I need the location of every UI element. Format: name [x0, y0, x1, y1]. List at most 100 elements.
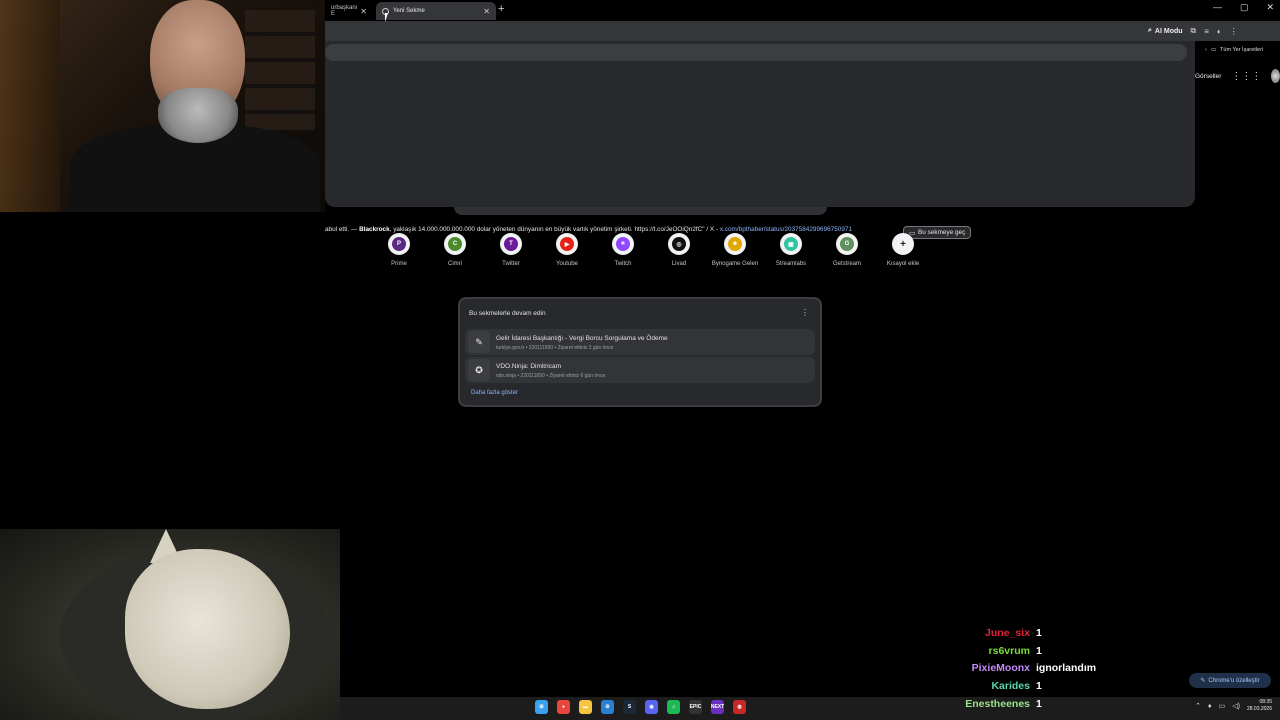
- chevron-right-icon[interactable]: ›: [1205, 47, 1207, 53]
- toolbar-actions: ⌕ AI Modu ⧉ ≡ ◐ ⋮: [1140, 21, 1280, 41]
- shortcut-glyph: T: [504, 237, 518, 251]
- shortcut-label: Prime: [391, 261, 407, 267]
- avatar[interactable]: [1271, 69, 1280, 83]
- suggestion-bold: Blackrock: [359, 226, 390, 233]
- resume-item-title: VDO.Ninja: Dimitricam: [496, 363, 562, 370]
- chevron-up-icon[interactable]: ⌃: [1195, 702, 1201, 710]
- shortcut-icon: P: [388, 233, 410, 255]
- shortcut-label: Twitter: [502, 261, 520, 267]
- spotify-icon[interactable]: ♫: [667, 700, 680, 714]
- webcam-overlay-cat: [0, 529, 340, 720]
- omnibox-suggestion[interactable]: abul etti. — Blackrock, yaklaşık 14.000.…: [325, 226, 1195, 233]
- shortcut-icon: ▶: [556, 233, 578, 255]
- address-toolbar: [325, 21, 1195, 41]
- site-favicon-icon: ✎: [468, 331, 490, 353]
- steam-icon[interactable]: S: [623, 700, 636, 714]
- shortcut-icon: C: [444, 233, 466, 255]
- app-red-icon[interactable]: ◍: [733, 700, 746, 714]
- shortcut-tile[interactable]: C Cimri: [427, 233, 483, 267]
- shortcut-glyph: ▶: [560, 237, 574, 251]
- chat-username: Enestheenes: [965, 697, 1030, 710]
- media-icon[interactable]: ≡: [1204, 27, 1209, 36]
- clock-time: 08:35: [1259, 699, 1272, 705]
- show-more-link[interactable]: Daha fazla göster: [471, 390, 518, 396]
- suggestion-text: , yaklaşık 14.000.000.000.000 dolar yöne…: [389, 226, 720, 233]
- tab-active[interactable]: Yeni Sekme ✕: [376, 2, 496, 20]
- window-controls: — ▢ ✕: [1213, 2, 1274, 13]
- folder-icon: ▭: [1210, 46, 1217, 53]
- next-icon[interactable]: NEXT: [711, 700, 724, 714]
- chat-text: 1: [1036, 680, 1042, 693]
- clock[interactable]: 08:35 28.03.2026: [1247, 699, 1272, 713]
- close-icon[interactable]: ✕: [360, 7, 367, 16]
- shortcut-label: Kısayol ekle: [886, 261, 920, 267]
- bookmarks-bar: › ▭ Tüm Yer İşaretleri: [1195, 41, 1280, 58]
- pencil-icon: ✎: [1200, 678, 1206, 684]
- close-icon[interactable]: ✕: [483, 7, 490, 16]
- ai-mode-label: AI Modu: [1154, 27, 1183, 35]
- epic-icon[interactable]: EPIC: [689, 700, 702, 714]
- apps-grid-icon[interactable]: ⋮⋮⋮: [1231, 71, 1261, 82]
- minimize-button[interactable]: —: [1213, 2, 1222, 13]
- ntp-search-box[interactable]: [454, 207, 827, 215]
- tab-strip: urbaşkanı E ✕ Yeni Sekme ✕ + — ▢ ✕: [325, 0, 1280, 21]
- profile-icon[interactable]: ◐: [1217, 27, 1222, 36]
- chat-message: June_six 1: [960, 627, 1150, 645]
- shortcut-glyph: ⌗: [616, 237, 630, 251]
- ai-mode-button[interactable]: ⌕ AI Modu: [1148, 27, 1183, 35]
- shortcut-tile[interactable]: T Twitter: [483, 233, 539, 267]
- network-icon[interactable]: ▭: [1219, 702, 1226, 710]
- tab-inactive[interactable]: urbaşkanı E ✕: [325, 2, 373, 20]
- menu-icon[interactable]: ⋮: [1230, 27, 1238, 36]
- shortcut-tile[interactable]: ⌗ Twitch: [595, 233, 651, 267]
- shortcut-glyph: ▣: [784, 237, 798, 251]
- chat-text: 1: [1036, 644, 1042, 657]
- resume-item[interactable]: ✎ Gelir İdaresi Başkanlığı - Vergi Borcu…: [465, 329, 815, 355]
- customize-label: Chrome'u özelleştir: [1208, 677, 1260, 684]
- omnibox-input[interactable]: [325, 44, 1187, 61]
- shortcut-tile[interactable]: ☻ Bynogame Gelen: [707, 233, 763, 267]
- shortcut-label: Getstream: [832, 261, 861, 267]
- clock-date: 28.03.2026: [1246, 706, 1272, 712]
- more-menu-icon[interactable]: ⋮: [801, 308, 809, 317]
- site-favicon-icon: ✪: [468, 359, 490, 381]
- discord-icon[interactable]: ◉: [645, 700, 658, 714]
- chat-overlay: June_six 1 rs6vrum 1 PixieMoonx ignorlandım Ka…: [960, 627, 1150, 715]
- all-bookmarks-link[interactable]: Tüm Yer İşaretleri: [1220, 47, 1263, 53]
- chat-text: 1: [1036, 697, 1042, 710]
- shortcut-icon: G: [836, 233, 858, 255]
- shortcut-icon: ☻: [724, 233, 746, 255]
- shortcuts-grid: P Prime C Cimri T Twitter ▶ Youtube ⌗ Twitch ◎ Liva…: [371, 233, 931, 267]
- shortcut-icon: +: [892, 233, 914, 255]
- volume-icon[interactable]: ◁): [1232, 702, 1240, 710]
- shortcut-glyph: ☻: [728, 237, 742, 251]
- shortcut-tile[interactable]: + Kısayol ekle: [875, 233, 931, 267]
- shortcut-label: Youtube: [556, 261, 578, 267]
- images-link[interactable]: Görseller: [1195, 73, 1221, 80]
- customize-chrome-button[interactable]: ✎ Chrome'u özelleştir: [1189, 673, 1271, 688]
- shortcut-tile[interactable]: ▶ Youtube: [539, 233, 595, 267]
- close-window-button[interactable]: ✕: [1266, 2, 1274, 13]
- new-tab-button[interactable]: +: [498, 3, 504, 15]
- microphone-icon[interactable]: ♦: [1208, 703, 1212, 710]
- tab-label: Yeni Sekme: [393, 8, 425, 14]
- shortcut-label: Twitch: [614, 261, 632, 267]
- background-lamp: [0, 0, 60, 212]
- app-blue-icon[interactable]: ⚙: [601, 700, 614, 714]
- chat-message: Karides 1: [960, 680, 1150, 698]
- resume-tabs-card: Bu sekmelerle devam edin ⋮ ✎ Gelir İdare…: [458, 297, 822, 407]
- shortcut-tile[interactable]: ▣ Streamlabs: [763, 233, 819, 267]
- chrome-icon[interactable]: ●: [557, 700, 570, 714]
- explorer-icon[interactable]: ▬: [579, 700, 592, 714]
- shortcut-tile[interactable]: P Prime: [371, 233, 427, 267]
- resume-item[interactable]: ✪ VDO.Ninja: Dimitricam vdo.ninja • 2201…: [465, 357, 815, 383]
- omnibox-dropdown: abul etti. — Blackrock, yaklaşık 14.000.…: [325, 41, 1195, 239]
- maximize-button[interactable]: ▢: [1240, 2, 1249, 13]
- shortcut-tile[interactable]: G Getstream: [819, 233, 875, 267]
- shortcut-label: Cimri: [448, 261, 462, 267]
- resume-item-meta: vdo.ninja • 220111650 • Ziyaret ettiniz …: [496, 373, 606, 379]
- start-icon[interactable]: ⊞: [535, 700, 548, 714]
- shortcut-glyph: P: [392, 237, 406, 251]
- extensions-icon[interactable]: ⧉: [1191, 26, 1197, 36]
- shortcut-tile[interactable]: ◎ Livad: [651, 233, 707, 267]
